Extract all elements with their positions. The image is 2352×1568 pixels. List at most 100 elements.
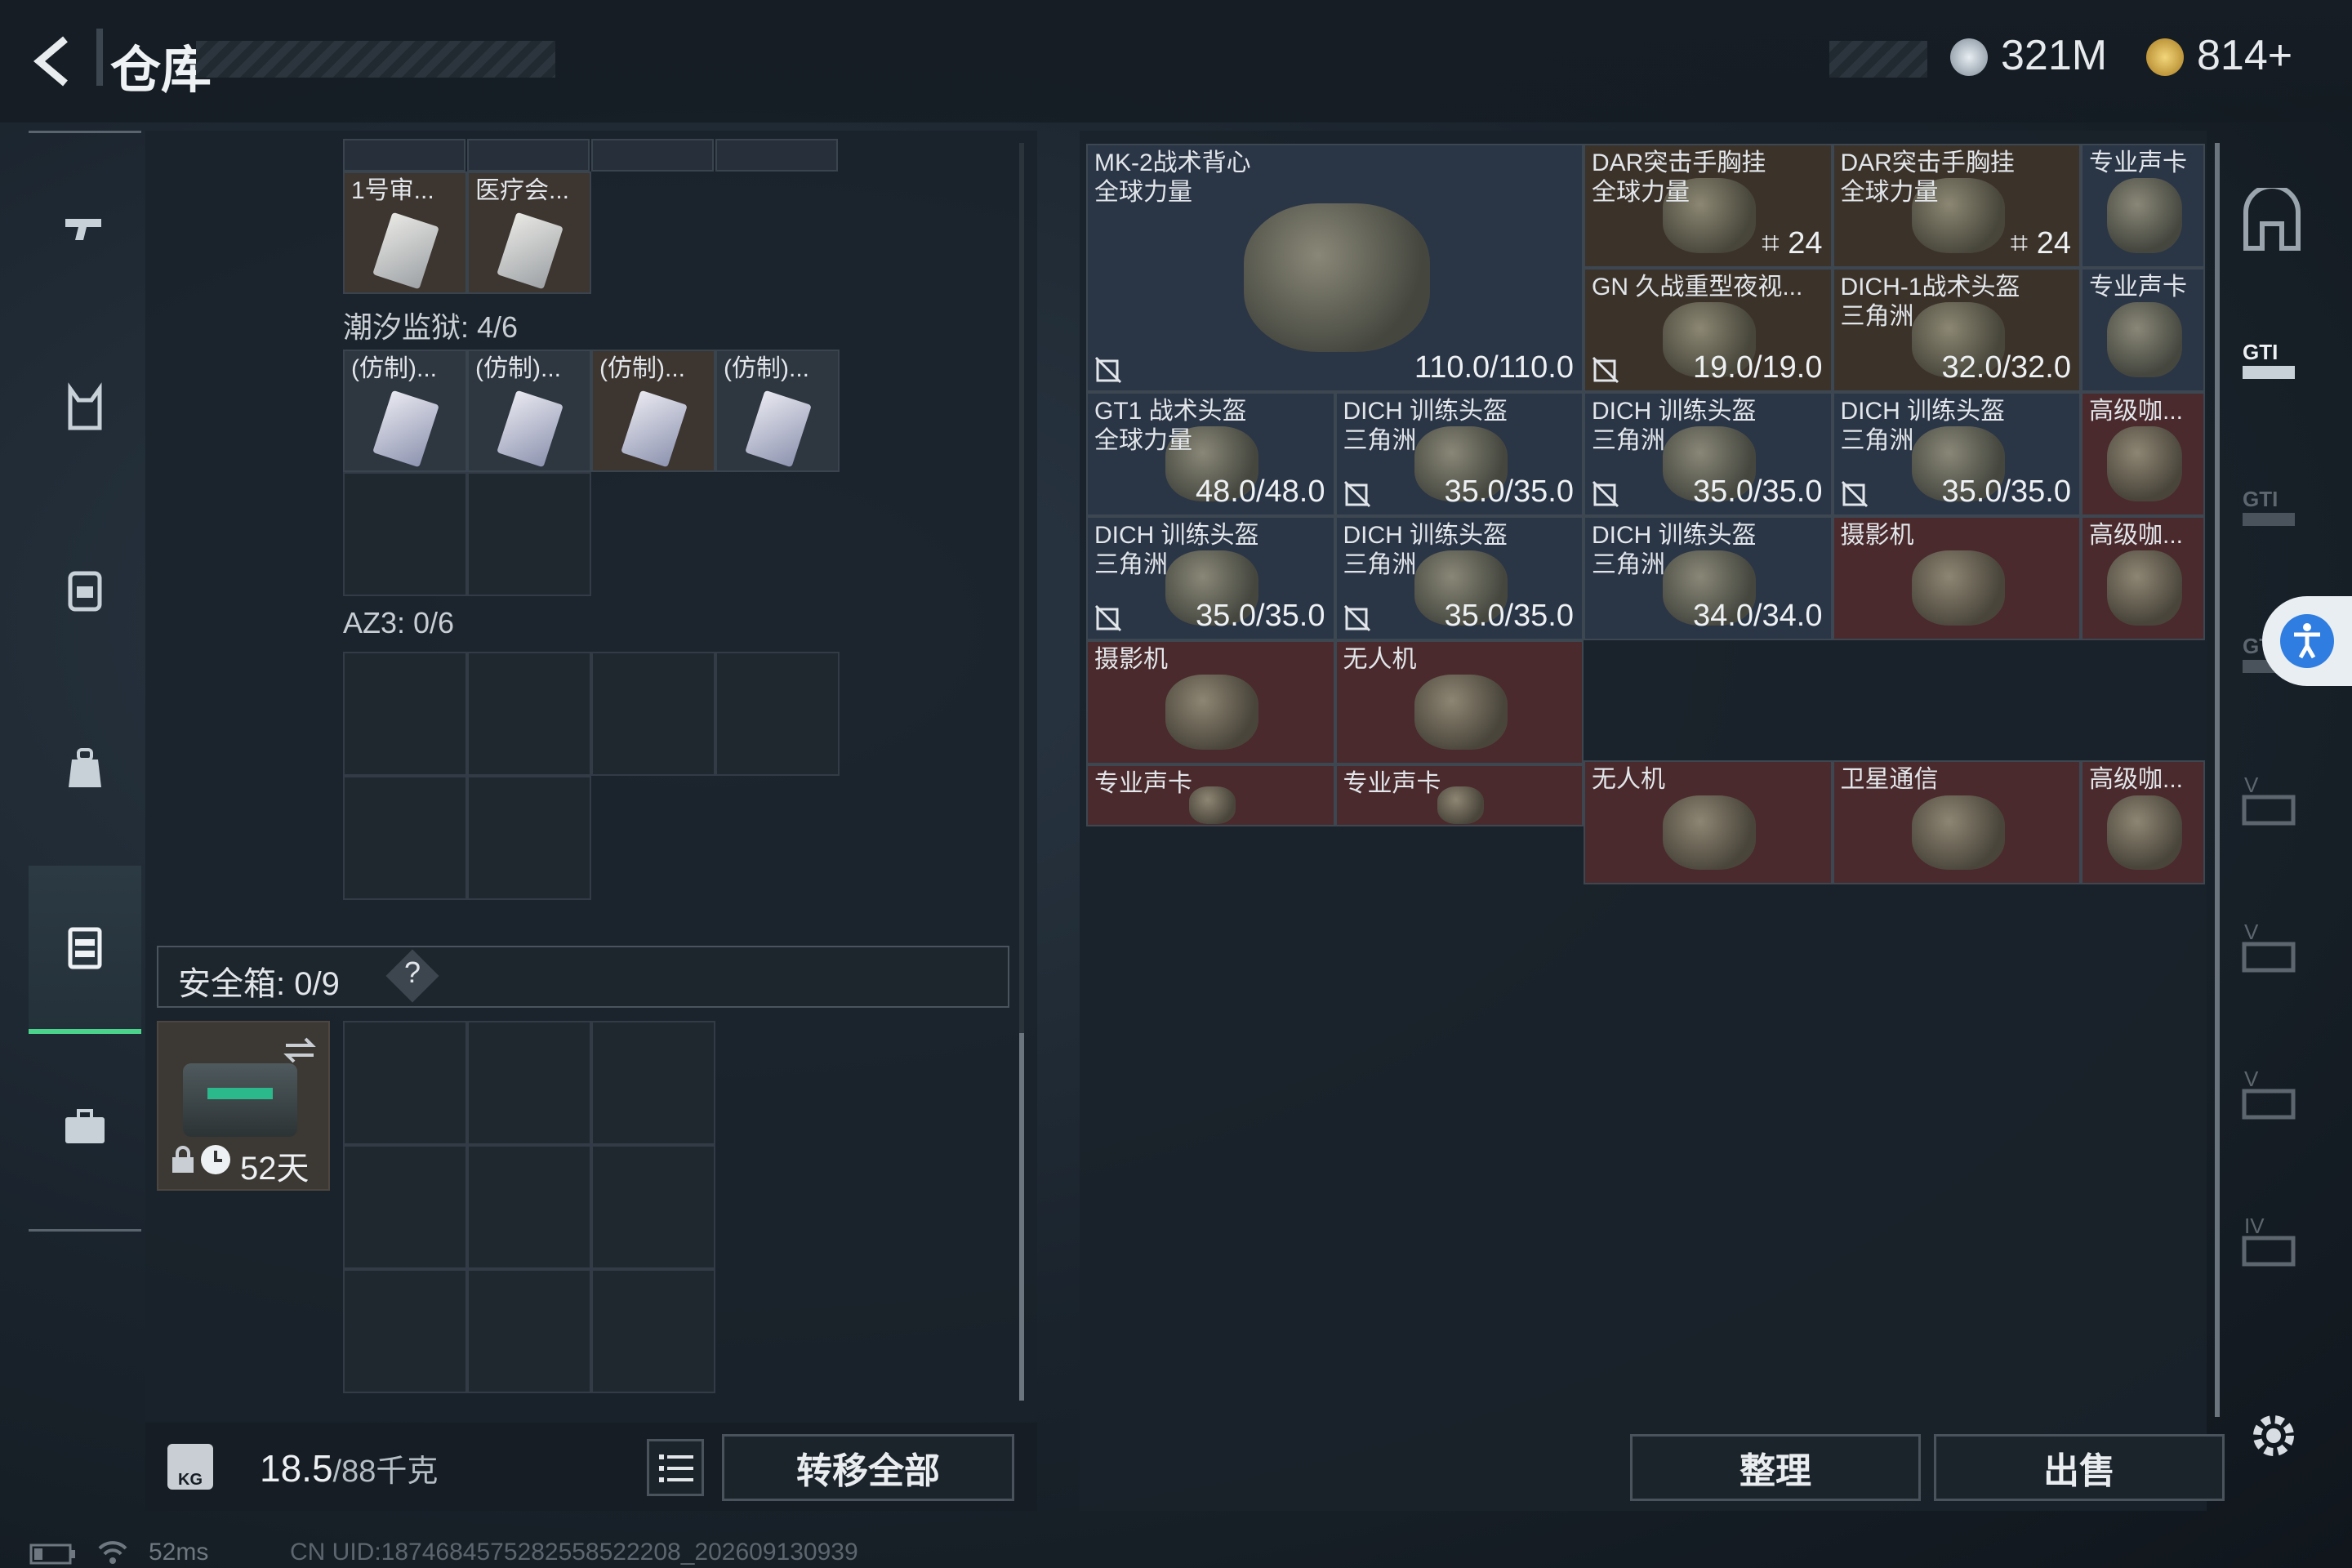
empty-slot[interactable] bbox=[343, 652, 467, 776]
item-slot[interactable]: (仿制)... bbox=[343, 350, 467, 472]
gti-icon[interactable]: GTI bbox=[2238, 327, 2306, 395]
item-slot[interactable]: 医疗会... bbox=[467, 172, 591, 294]
storage-item[interactable]: 摄影机 bbox=[1832, 516, 2081, 640]
item-name: (仿制)... bbox=[351, 355, 437, 382]
storage-item[interactable]: 专业声卡 bbox=[2081, 144, 2206, 268]
storage-item[interactable]: 专业声卡 bbox=[1086, 764, 1335, 826]
item-image bbox=[2107, 178, 2182, 253]
svg-text:GTI: GTI bbox=[2243, 487, 2278, 511]
video-icon[interactable]: V bbox=[2238, 768, 2306, 836]
transfer-all-button[interactable]: 转移全部 bbox=[722, 1434, 1014, 1501]
safebox-item[interactable]: 52天 bbox=[157, 1021, 330, 1191]
case-icon bbox=[68, 927, 102, 969]
item-durability: 19.0/19.0 bbox=[1693, 350, 1823, 385]
weight-value: 18.5/88千克 bbox=[260, 1446, 438, 1490]
item-slot[interactable]: (仿制)... bbox=[715, 350, 840, 472]
empty-slot[interactable] bbox=[715, 652, 840, 776]
empty-slot[interactable] bbox=[591, 1021, 715, 1145]
item-name: (仿制)... bbox=[475, 355, 561, 382]
storage-item[interactable]: 高级咖... bbox=[2081, 516, 2206, 640]
storage-item[interactable]: DICH 训练头盔 三角洲 35.0/35.0 bbox=[1334, 516, 1584, 640]
accessibility-button[interactable] bbox=[2262, 596, 2352, 686]
storage-item[interactable]: DICH 训练头盔 三角洲 35.0/35.0 bbox=[1334, 392, 1584, 516]
storage-item[interactable]: DAR突击手胸挂 全球力量 ⌗ 24 bbox=[1584, 144, 1833, 268]
item-name: GN 久战重型夜视... bbox=[1592, 274, 1803, 301]
storage-item[interactable]: 高级咖... bbox=[2081, 760, 2206, 885]
scrollbar-thumb[interactable] bbox=[1019, 1033, 1024, 1401]
nav-briefcases[interactable] bbox=[29, 1045, 141, 1209]
item-faction: 全球力量 bbox=[1094, 179, 1192, 206]
no-insure-icon bbox=[1592, 356, 1619, 384]
empty-slot[interactable] bbox=[343, 1145, 467, 1269]
empty-slot[interactable] bbox=[467, 1021, 591, 1145]
empty-slot[interactable] bbox=[467, 776, 591, 900]
empty-slot[interactable] bbox=[467, 652, 591, 776]
nav-weapons[interactable] bbox=[29, 147, 141, 310]
svg-text:IV: IV bbox=[2244, 1214, 2265, 1238]
keycard-icon bbox=[621, 390, 688, 468]
help-icon[interactable]: ? bbox=[404, 956, 421, 990]
vault-icon[interactable] bbox=[2238, 188, 2306, 256]
empty-slot[interactable] bbox=[343, 1021, 467, 1145]
storage-item[interactable]: MK-2战术背心 全球力量 110.0/110.0 bbox=[1086, 144, 1584, 392]
storage-item[interactable]: DICH 训练头盔 三角洲 35.0/35.0 bbox=[1086, 516, 1335, 640]
nav-pouches[interactable] bbox=[29, 686, 141, 849]
storage-item[interactable]: 卫星通信 bbox=[1832, 760, 2081, 885]
item-image bbox=[2107, 550, 2182, 626]
gti-icon[interactable]: GTI bbox=[2238, 474, 2306, 542]
nav-vests[interactable] bbox=[29, 327, 141, 490]
item-slot[interactable]: (仿制)... bbox=[467, 350, 591, 472]
empty-slot[interactable] bbox=[343, 776, 467, 900]
item-name: 摄影机 bbox=[1840, 522, 1914, 549]
empty-slot[interactable] bbox=[467, 1269, 591, 1393]
currency-gold[interactable]: 814+ bbox=[2197, 31, 2292, 80]
storage-item[interactable]: 专业声卡 bbox=[1334, 764, 1584, 826]
no-insure-icon bbox=[1841, 480, 1868, 508]
item-slot[interactable]: (仿制)... bbox=[591, 350, 715, 472]
empty-slot[interactable] bbox=[343, 1269, 467, 1393]
storage-item[interactable]: DICH 训练头盔 三角洲 35.0/35.0 bbox=[1832, 392, 2081, 516]
nav-cases[interactable] bbox=[29, 866, 141, 1034]
item-name: DAR突击手胸挂 bbox=[1592, 149, 1766, 176]
keycard-icon bbox=[372, 212, 439, 290]
svg-text:V: V bbox=[2244, 773, 2259, 797]
nav-backpacks[interactable] bbox=[29, 506, 141, 670]
video-plus-icon[interactable]: IV bbox=[2238, 1209, 2306, 1277]
item-name: DICH 训练头盔 bbox=[1592, 398, 1757, 425]
storage-item[interactable]: 专业声卡 bbox=[2081, 268, 2206, 392]
sell-button[interactable]: 出售 bbox=[1934, 1434, 2225, 1501]
empty-slot[interactable] bbox=[343, 472, 467, 596]
item-durability: 35.0/35.0 bbox=[1196, 599, 1325, 633]
empty-slot[interactable] bbox=[467, 472, 591, 596]
storage-item[interactable]: 无人机 bbox=[1584, 760, 1833, 885]
storage-item[interactable]: DICH 训练头盔 三角洲 34.0/34.0 bbox=[1584, 516, 1833, 640]
list-view-button[interactable] bbox=[647, 1439, 704, 1496]
currency-silver: 321M bbox=[2001, 32, 2108, 79]
video-icon[interactable]: V bbox=[2238, 915, 2306, 983]
storage-item[interactable]: 无人机 bbox=[1334, 640, 1584, 764]
storage-item[interactable]: GN 久战重型夜视... 19.0/19.0 bbox=[1584, 268, 1833, 392]
storage-item[interactable]: DICH 训练头盔 三角洲 35.0/35.0 bbox=[1584, 392, 1833, 516]
storage-scrollbar-thumb[interactable] bbox=[2215, 143, 2220, 1417]
item-faction: 三角洲 bbox=[1343, 551, 1417, 578]
empty-slot[interactable] bbox=[591, 1269, 715, 1393]
sort-button[interactable]: 整理 bbox=[1630, 1434, 1921, 1501]
swap-icon[interactable] bbox=[281, 1034, 318, 1067]
item-faction: 三角洲 bbox=[1343, 427, 1417, 454]
clock-icon bbox=[201, 1145, 230, 1174]
empty-slot[interactable] bbox=[591, 652, 715, 776]
video-icon[interactable]: V bbox=[2238, 1062, 2306, 1130]
storage-item[interactable]: DICH-1战术头盔 三角洲 32.0/32.0 bbox=[1832, 268, 2081, 392]
storage-item[interactable]: DAR突击手胸挂 全球力量 ⌗ 24 bbox=[1832, 144, 2081, 268]
item-slot[interactable]: 1号审... bbox=[343, 172, 467, 294]
settings-gear-icon[interactable] bbox=[2247, 1410, 2300, 1462]
empty-slot[interactable] bbox=[591, 1145, 715, 1269]
item-durability: 48.0/48.0 bbox=[1196, 474, 1325, 509]
item-name: DICH 训练头盔 bbox=[1592, 522, 1757, 549]
storage-item[interactable]: GT1 战术头盔 全球力量 48.0/48.0 bbox=[1086, 392, 1335, 516]
storage-item[interactable]: 高级咖... bbox=[2081, 392, 2206, 516]
back-arrow-icon[interactable] bbox=[24, 33, 82, 90]
keycard-icon bbox=[372, 390, 439, 468]
empty-slot[interactable] bbox=[467, 1145, 591, 1269]
storage-item[interactable]: 摄影机 bbox=[1086, 640, 1335, 764]
